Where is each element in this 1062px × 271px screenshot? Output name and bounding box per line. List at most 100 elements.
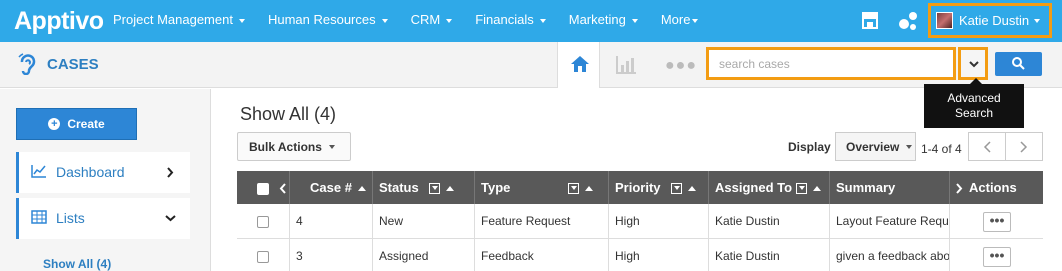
cell-case-no[interactable]: 4 [290, 204, 373, 238]
menu-marketing[interactable]: Marketing [556, 0, 648, 42]
cell-priority: High [609, 204, 709, 238]
col-label: Priority [615, 180, 661, 195]
sort-asc-icon[interactable] [687, 186, 696, 192]
page-info: 1-4 of 4 [921, 142, 962, 156]
caret-down-icon [631, 18, 638, 23]
menu-label: Marketing [568, 12, 626, 27]
chevron-right-icon [167, 167, 174, 178]
table-row[interactable]: 3 Assigned Feedback High Katie Dustin gi… [237, 239, 1043, 271]
menu-label: More [660, 12, 691, 27]
menu-label: Financials [475, 12, 534, 27]
cell-summary: given a feedback abo [830, 239, 950, 271]
cell-type: Feature Request [475, 204, 609, 238]
menu-more[interactable]: More [648, 0, 709, 42]
menu-crm[interactable]: CRM [398, 0, 463, 42]
search-icon [1012, 57, 1025, 70]
advanced-search-toggle[interactable] [958, 47, 988, 80]
filter-icon[interactable] [428, 183, 440, 195]
cell-status: New [373, 204, 475, 238]
home-icon [571, 56, 589, 72]
col-assigned-to[interactable]: Assigned To [709, 171, 830, 204]
home-tab[interactable] [557, 42, 600, 88]
app-logo[interactable]: Apptivo [14, 7, 104, 36]
cell-assigned-to: Katie Dustin [709, 204, 830, 238]
table-row[interactable]: 4 New Feature Request High Katie Dustin … [237, 204, 1043, 239]
table-icon [31, 210, 47, 224]
pager [968, 132, 1043, 161]
row-select-cell [237, 204, 290, 238]
more-views-icon[interactable]: ●●● [665, 57, 697, 75]
row-select-cell [237, 239, 290, 271]
sort-asc-icon[interactable] [357, 186, 366, 192]
chevron-right-icon [1020, 141, 1028, 153]
cell-actions: ••• [950, 204, 1043, 238]
app-header: CASES ●●● [0, 42, 1062, 88]
row-actions-button[interactable]: ••• [983, 246, 1011, 267]
row-checkbox[interactable] [257, 250, 269, 263]
create-label: Create [67, 117, 105, 131]
sort-asc-icon[interactable] [585, 186, 594, 192]
row-actions-button[interactable]: ••• [983, 211, 1011, 232]
bar-chart-icon[interactable] [615, 55, 637, 75]
caret-down-icon [238, 18, 245, 23]
user-menu[interactable]: Katie Dustin [928, 3, 1052, 38]
cell-priority: High [609, 239, 709, 271]
cell-type: Feedback [475, 239, 609, 271]
display-select[interactable]: Overview [835, 132, 916, 161]
caret-down-icon [381, 18, 388, 23]
search-box [706, 47, 956, 80]
chevron-right-icon[interactable] [956, 183, 963, 194]
menu-project-management[interactable]: Project Management [100, 0, 255, 42]
col-status[interactable]: Status [373, 171, 475, 204]
prev-page-button[interactable] [969, 133, 1006, 160]
select-all-cell [237, 171, 290, 204]
bulk-actions-button[interactable]: Bulk Actions [237, 132, 351, 161]
sort-asc-icon[interactable] [813, 186, 822, 192]
tooltip-line: Advanced [947, 91, 1001, 105]
sort-asc-icon[interactable] [445, 186, 454, 192]
cell-assigned-to: Katie Dustin [709, 239, 830, 271]
search-button[interactable] [995, 52, 1042, 76]
menu-financials[interactable]: Financials [462, 0, 556, 42]
col-priority[interactable]: Priority [609, 171, 709, 204]
apps-icon[interactable] [896, 10, 920, 32]
search-input[interactable] [712, 53, 950, 74]
sidebar-item-label: Dashboard [56, 164, 125, 180]
menu-human-resources[interactable]: Human Resources [255, 0, 398, 42]
create-button[interactable]: + Create [16, 108, 137, 140]
filter-icon[interactable] [796, 183, 808, 195]
top-nav: Apptivo Project Management Human Resourc… [0, 0, 1062, 42]
col-actions: Actions [950, 171, 1043, 204]
col-case-no[interactable]: Case # [290, 171, 373, 204]
col-type[interactable]: Type [475, 171, 609, 204]
caret-down-icon [539, 18, 546, 23]
sidebar-item-lists[interactable]: Lists [16, 198, 190, 239]
chevron-left-icon[interactable] [279, 183, 286, 194]
next-page-button[interactable] [1006, 133, 1043, 160]
col-label: Actions [969, 180, 1017, 195]
sidebar-item-dashboard[interactable]: Dashboard [16, 152, 190, 193]
col-label: Case # [310, 180, 352, 195]
avatar [936, 12, 953, 29]
row-checkbox[interactable] [257, 215, 269, 228]
cell-status: Assigned [373, 239, 475, 271]
select-all-checkbox[interactable] [257, 182, 269, 195]
cell-summary: Layout Feature Requ [830, 204, 950, 238]
caret-down-icon [906, 144, 913, 149]
col-label: Type [481, 180, 511, 195]
col-label: Assigned To [715, 180, 793, 195]
filter-icon[interactable] [670, 183, 682, 195]
advanced-search-tooltip: Advanced Search [924, 78, 1024, 128]
menu-label: CRM [410, 12, 441, 27]
chevron-down-icon [969, 61, 979, 68]
line-chart-icon [31, 165, 46, 178]
bulk-actions-label: Bulk Actions [249, 139, 322, 154]
sidebar-subitem-show-all[interactable]: Show All (4) [43, 257, 111, 271]
cases-app-icon [18, 53, 36, 75]
plus-icon: + [48, 118, 61, 130]
filter-icon[interactable] [568, 183, 580, 195]
chevron-down-icon [165, 215, 176, 222]
col-summary[interactable]: Summary [830, 171, 950, 204]
cell-case-no[interactable]: 3 [290, 239, 373, 271]
store-icon[interactable] [861, 11, 879, 29]
